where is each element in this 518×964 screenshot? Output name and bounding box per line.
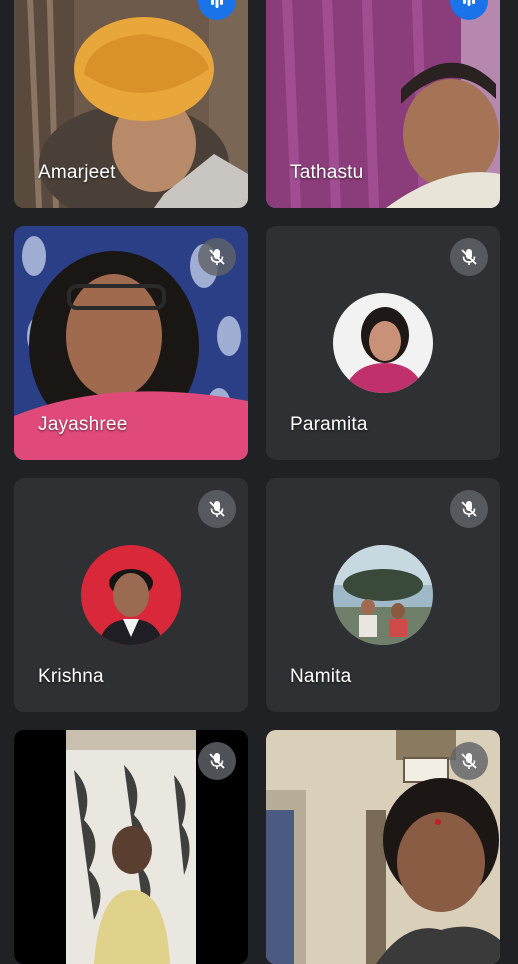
mic-off-icon: [450, 238, 488, 276]
avatar: [333, 545, 433, 645]
avatar: [81, 545, 181, 645]
participant-name: Krishna: [38, 666, 104, 687]
participant-tile-8[interactable]: [266, 730, 500, 964]
participant-tile-krishna[interactable]: Krishna: [14, 478, 248, 712]
participant-name: Tathastu: [290, 162, 364, 183]
participant-tile-amarjeet[interactable]: Amarjeet: [14, 0, 248, 208]
participant-tile-namita[interactable]: Namita: [266, 478, 500, 712]
participant-tile-jayashree[interactable]: Jayashree: [14, 226, 248, 460]
participant-name: Namita: [290, 666, 352, 687]
participant-tile-tathastu[interactable]: Tathastu: [266, 0, 500, 208]
mic-off-icon: [450, 742, 488, 780]
participant-tile-7[interactable]: [14, 730, 248, 964]
avatar: [333, 293, 433, 393]
mic-off-icon: [198, 238, 236, 276]
participant-name: Paramita: [290, 414, 368, 435]
participant-name: Jayashree: [38, 414, 128, 435]
participant-tile-paramita[interactable]: Paramita: [266, 226, 500, 460]
mic-off-icon: [450, 490, 488, 528]
participant-name: Amarjeet: [38, 162, 116, 183]
mic-off-icon: [198, 490, 236, 528]
mic-off-icon: [198, 742, 236, 780]
